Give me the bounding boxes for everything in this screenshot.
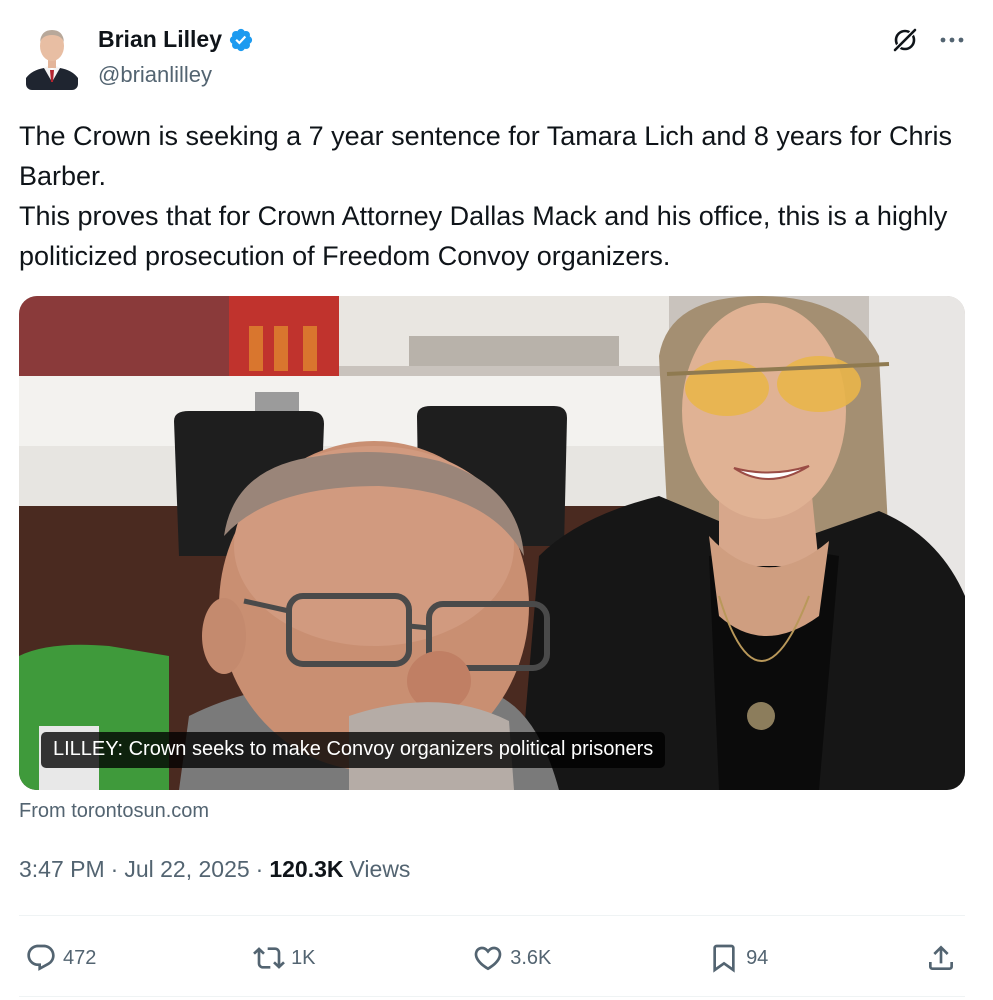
card-source-link[interactable]: From torontosun.com [19, 800, 209, 823]
share-icon [929, 945, 953, 970]
grok-icon[interactable] [891, 26, 919, 54]
tweet-text: The Crown is seeking a 7 year sentence f… [19, 121, 952, 271]
more-icon[interactable] [939, 35, 965, 45]
bookmark-icon [713, 944, 735, 973]
repost-count: 1K [291, 946, 316, 969]
link-card[interactable]: LILLEY: Crown seeks to make Convoy organ… [19, 296, 965, 790]
reply-count: 472 [63, 946, 97, 969]
divider-top [19, 915, 965, 916]
author-handle[interactable]: @brianlilley [98, 62, 212, 88]
views-count: 120.3K [269, 856, 344, 882]
avatar[interactable] [26, 22, 78, 90]
tweet-time[interactable]: 3:47 PM [19, 856, 105, 883]
like-icon [474, 946, 502, 971]
reply-button[interactable]: 472 [25, 942, 96, 974]
card-photo [19, 296, 965, 790]
verified-badge-icon [228, 27, 254, 53]
meta-separator-2: · [255, 856, 264, 882]
reply-icon [27, 944, 55, 971]
share-button[interactable] [925, 942, 957, 974]
repost-icon [253, 947, 285, 969]
action-bar: 472 1K 3.6K 94 [19, 936, 965, 980]
bookmark-button[interactable]: 94 [708, 942, 768, 974]
author-name[interactable]: Brian Lilley [98, 26, 222, 53]
tweet-meta: 3:47 PM · Jul 22, 2025 · 120.3K Views [19, 856, 410, 883]
card-caption: LILLEY: Crown seeks to make Convoy organ… [41, 732, 666, 768]
divider-bottom [19, 996, 965, 997]
views-label: Views [349, 856, 411, 882]
tweet-date[interactable]: Jul 22, 2025 [124, 856, 249, 883]
meta-separator: · [110, 856, 119, 882]
like-button[interactable]: 3.6K [472, 942, 551, 974]
bookmark-count: 94 [746, 946, 769, 969]
like-count: 3.6K [510, 946, 552, 969]
repost-button[interactable]: 1K [253, 942, 316, 974]
